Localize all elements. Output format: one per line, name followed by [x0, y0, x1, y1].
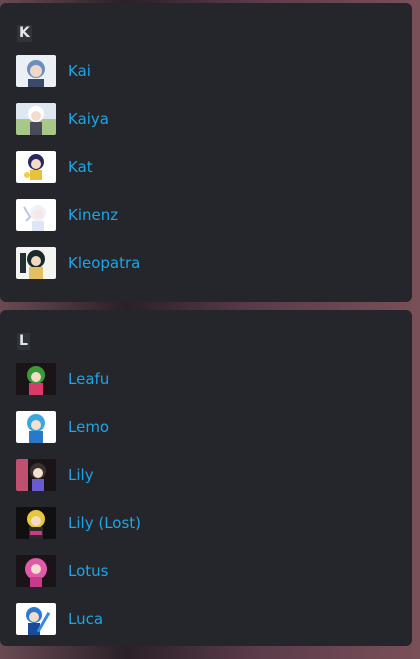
character-link-lotus[interactable]: Lotus — [16, 555, 108, 587]
kleopatra-avatar-icon — [16, 247, 56, 279]
character-name: Lotus — [68, 562, 109, 580]
kai-avatar-icon — [16, 55, 56, 87]
character-link-lily[interactable]: Lily — [16, 459, 94, 491]
kaiya-avatar-icon — [16, 103, 56, 135]
leafu-avatar-icon — [16, 363, 56, 395]
character-name: Kai — [68, 62, 91, 80]
kinenz-avatar-icon — [16, 199, 56, 231]
character-link-lemo[interactable]: Lemo — [16, 411, 109, 443]
character-name: Kinenz — [68, 206, 119, 224]
lily-lost-avatar-icon — [16, 507, 56, 539]
character-name: Lily (Lost) — [68, 514, 142, 532]
letter-section-l: L Leafu Lemo Lily Lily (Lost) Lotus Luca — [0, 310, 412, 646]
character-name: Kleopatra — [68, 254, 141, 272]
character-link-leafu[interactable]: Leafu — [16, 363, 109, 395]
section-letter: L — [17, 333, 30, 350]
character-link-kinenz[interactable]: Kinenz — [16, 199, 118, 231]
kat-avatar-icon — [16, 151, 56, 183]
section-letter: K — [17, 25, 32, 42]
character-name: Luca — [68, 610, 104, 628]
character-link-kat[interactable]: Kat — [16, 151, 93, 183]
lemo-avatar-icon — [16, 411, 56, 443]
luca-avatar-icon — [16, 603, 56, 635]
character-name: Kaiya — [68, 110, 110, 128]
lotus-avatar-icon — [16, 555, 56, 587]
character-name: Lily — [68, 466, 94, 484]
character-link-lily-lost[interactable]: Lily (Lost) — [16, 507, 141, 539]
character-link-luca[interactable]: Luca — [16, 603, 103, 635]
character-link-kai[interactable]: Kai — [16, 55, 91, 87]
character-name: Leafu — [68, 370, 110, 388]
letter-section-k: K Kai Kaiya Kat Kinenz Kleopatra — [0, 3, 412, 302]
character-link-kaiya[interactable]: Kaiya — [16, 103, 109, 135]
character-name: Kat — [68, 158, 93, 176]
character-name: Lemo — [68, 418, 110, 436]
lily-avatar-icon — [16, 459, 56, 491]
character-link-kleopatra[interactable]: Kleopatra — [16, 247, 140, 279]
